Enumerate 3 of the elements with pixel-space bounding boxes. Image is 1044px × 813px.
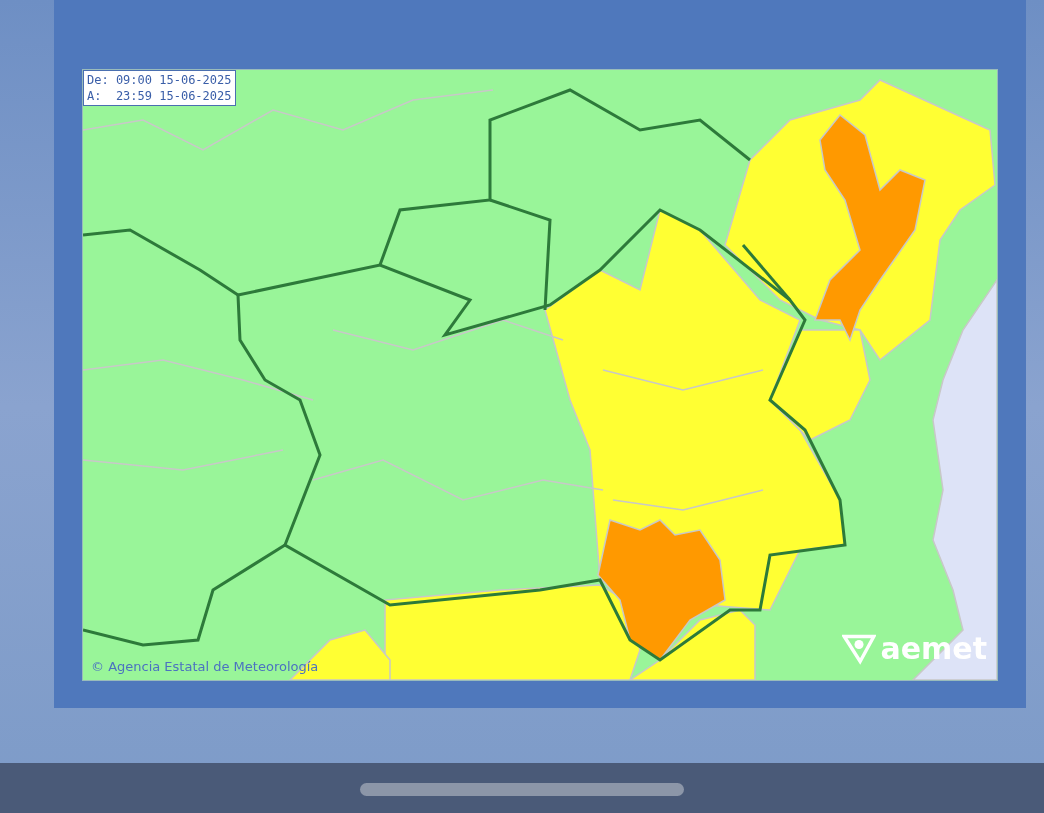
validity-to: A: 23:59 15-06-2025 [87, 88, 232, 104]
validity-from: De: 09:00 15-06-2025 [87, 72, 232, 88]
home-indicator[interactable] [360, 783, 684, 796]
